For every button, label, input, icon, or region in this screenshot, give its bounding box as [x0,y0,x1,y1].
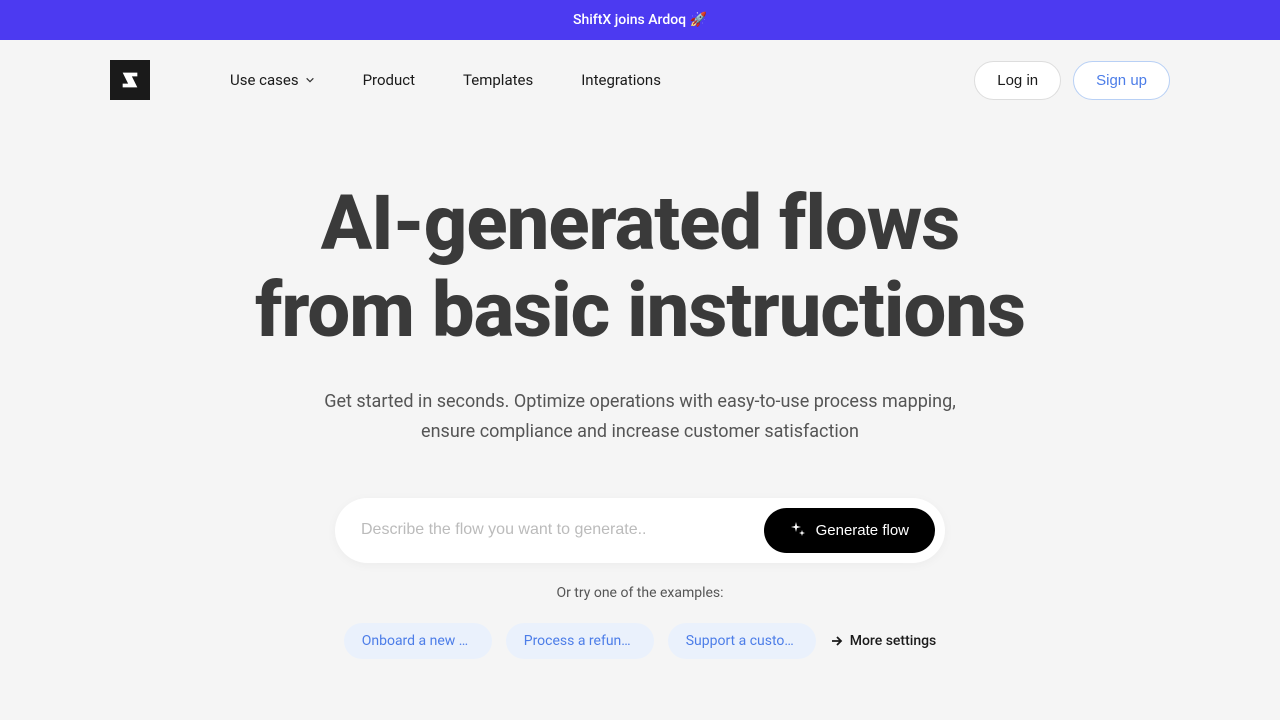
example-onboard[interactable]: Onboard a new user to a digital banking … [344,623,492,659]
hero-subtitle: Get started in seconds. Optimize operati… [320,387,960,448]
flow-description-input[interactable] [361,521,764,539]
examples-row: Onboard a new user to a digital banking … [110,623,1170,659]
generate-button-label: Generate flow [816,522,909,539]
logo[interactable] [110,60,150,100]
hero-title: AI-generated flows from basic instructio… [110,180,1170,355]
nav-templates[interactable]: Templates [463,71,533,89]
nav-use-cases-label: Use cases [230,71,299,89]
signup-label: Sign up [1096,72,1147,89]
hero-title-line1: AI-generated flows [321,178,960,268]
nav-integrations-label: Integrations [581,71,661,89]
nav-use-cases[interactable]: Use cases [230,71,315,89]
hero-section: AI-generated flows from basic instructio… [110,180,1170,659]
login-button[interactable]: Log in [974,61,1061,100]
sparkle-icon [790,522,806,538]
navigation: Use cases Product Templates Integrations… [110,40,1170,120]
more-settings-link[interactable]: More settings [830,633,937,649]
nav-templates-label: Templates [463,71,533,89]
more-settings-label: More settings [850,633,937,649]
nav-product-label: Product [363,71,415,89]
chevron-down-icon [305,75,315,85]
arrow-right-icon [830,634,844,648]
banner-text: ShiftX joins Ardoq 🚀 [573,12,707,28]
generate-flow-button[interactable]: Generate flow [764,508,935,553]
nav-integrations[interactable]: Integrations [581,71,661,89]
nav-actions: Log in Sign up [974,61,1170,100]
signup-button[interactable]: Sign up [1073,61,1170,100]
nav-product[interactable]: Product [363,71,415,89]
logo-icon [119,69,141,91]
flow-generator: Generate flow [335,498,945,563]
hero-title-line2: from basic instructions [255,265,1025,355]
announcement-banner[interactable]: ShiftX joins Ardoq 🚀 [0,0,1280,40]
example-support[interactable]: Support a customer with a billing issue [668,623,816,659]
example-refund[interactable]: Process a refund for an online order [506,623,654,659]
nav-links: Use cases Product Templates Integrations [230,71,661,89]
examples-label: Or try one of the examples: [110,585,1170,601]
login-label: Log in [997,72,1038,89]
